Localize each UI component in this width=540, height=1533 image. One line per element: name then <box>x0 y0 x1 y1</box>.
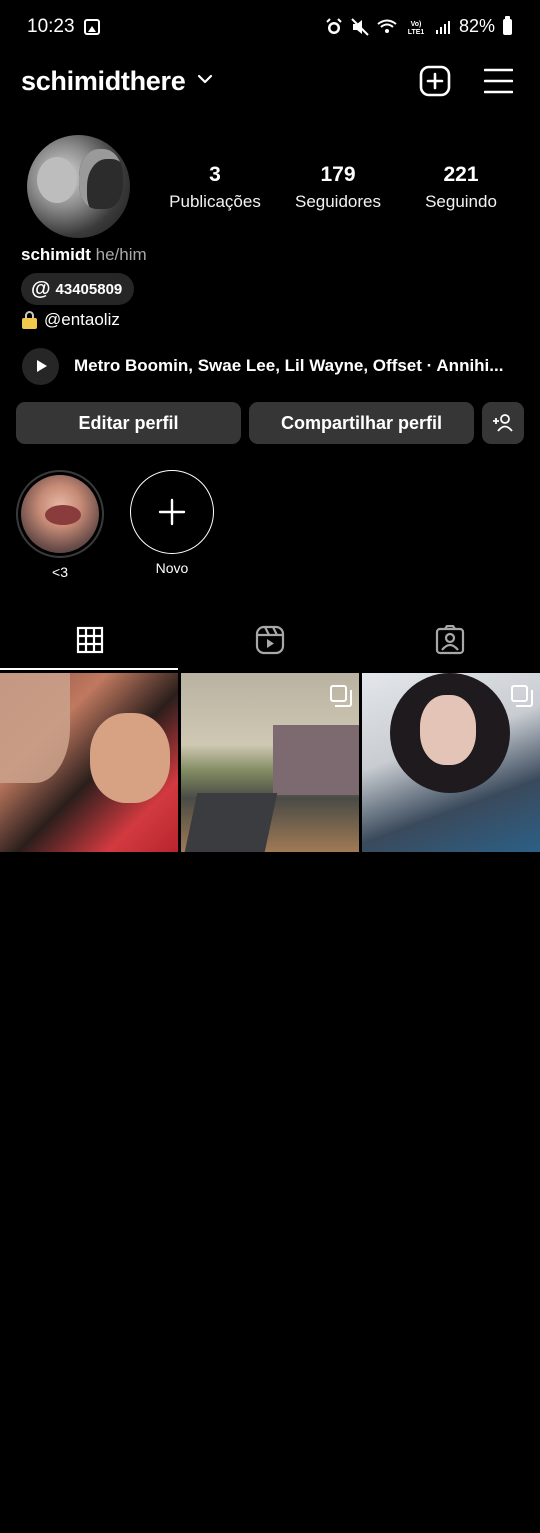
plus-icon <box>130 470 214 554</box>
add-person-icon <box>493 414 513 432</box>
tagged-icon <box>435 625 465 655</box>
share-profile-button[interactable]: Compartilhar perfil <box>249 402 474 444</box>
status-icons: Vo) LTE1 82% <box>325 15 512 37</box>
threads-badge[interactable]: @ 43405809 <box>21 273 135 305</box>
threads-badge-number: 43405809 <box>55 280 123 298</box>
stat-following[interactable]: 221 Seguindo <box>396 160 526 214</box>
bio-handle-link[interactable]: @entaoliz <box>44 310 120 330</box>
selected-tab-indicator <box>0 668 178 670</box>
play-icon[interactable] <box>22 347 59 385</box>
profile-avatar[interactable] <box>27 135 130 238</box>
story-highlight[interactable]: <3 <box>15 470 105 580</box>
stat-followers[interactable]: 179 Seguidores <box>273 160 403 214</box>
tab-tagged[interactable] <box>360 611 540 669</box>
svg-text:LTE1: LTE1 <box>408 29 425 36</box>
battery-percent: 82% <box>458 16 495 36</box>
alarm-icon <box>326 17 342 34</box>
lte-icon: Vo)LTE1 <box>408 21 425 36</box>
threads-icon: @ <box>31 278 51 300</box>
account-username[interactable]: schimidthere <box>21 66 186 97</box>
stat-label: Seguindo <box>425 192 497 211</box>
post-thumbnail[interactable] <box>181 673 359 852</box>
grid-icon <box>76 626 104 654</box>
post-thumbnail[interactable] <box>0 673 178 852</box>
profile-header: schimidthere <box>0 56 540 108</box>
battery-icon <box>503 15 512 35</box>
chevron-down-icon[interactable] <box>197 73 213 85</box>
status-time: 10:23 <box>27 16 75 37</box>
carousel-icon <box>330 685 352 707</box>
stat-label: Seguidores <box>294 192 381 211</box>
posts-grid <box>0 673 540 852</box>
gallery-notification-icon <box>84 19 100 35</box>
stat-value: 179 <box>320 163 356 186</box>
tab-reels[interactable] <box>180 611 360 669</box>
mute-icon <box>351 17 369 36</box>
highlight-label: Novo <box>155 560 189 576</box>
display-name: schimidt he/him <box>21 245 147 265</box>
svg-text:Vo): Vo) <box>411 21 422 28</box>
profile-music[interactable]: Metro Boomin, Swae Lee, Lil Wayne, Offse… <box>22 347 522 385</box>
new-highlight-button[interactable]: Novo <box>127 470 217 576</box>
edit-profile-button[interactable]: Editar perfil <box>16 402 241 444</box>
stat-value: 3 <box>209 163 221 186</box>
menu-icon[interactable] <box>484 67 513 95</box>
stat-posts[interactable]: 3 Publicações <box>150 160 280 214</box>
signal-icon <box>435 20 450 34</box>
wifi-icon <box>377 19 397 33</box>
stat-label: Publicações <box>169 192 261 211</box>
status-bar: 10:23 Vo) LTE1 82% <box>0 0 540 56</box>
post-thumbnail[interactable] <box>362 673 540 852</box>
discover-people-button[interactable] <box>482 402 524 444</box>
reels-icon <box>255 625 285 655</box>
highlight-cover <box>16 470 104 558</box>
tab-posts[interactable] <box>0 611 180 669</box>
highlight-label: <3 <box>52 564 68 580</box>
bio-line: @entaoliz <box>22 310 120 330</box>
music-track-text: Metro Boomin, Swae Lee, Lil Wayne, Offse… <box>74 356 504 375</box>
lock-icon <box>22 311 37 329</box>
profile-name: schimidt <box>21 245 91 264</box>
carousel-icon <box>511 685 533 707</box>
profile-pronouns: he/him <box>95 245 147 264</box>
create-post-icon[interactable] <box>419 65 451 97</box>
stat-value: 221 <box>443 163 479 186</box>
profile-tabs <box>0 611 540 670</box>
